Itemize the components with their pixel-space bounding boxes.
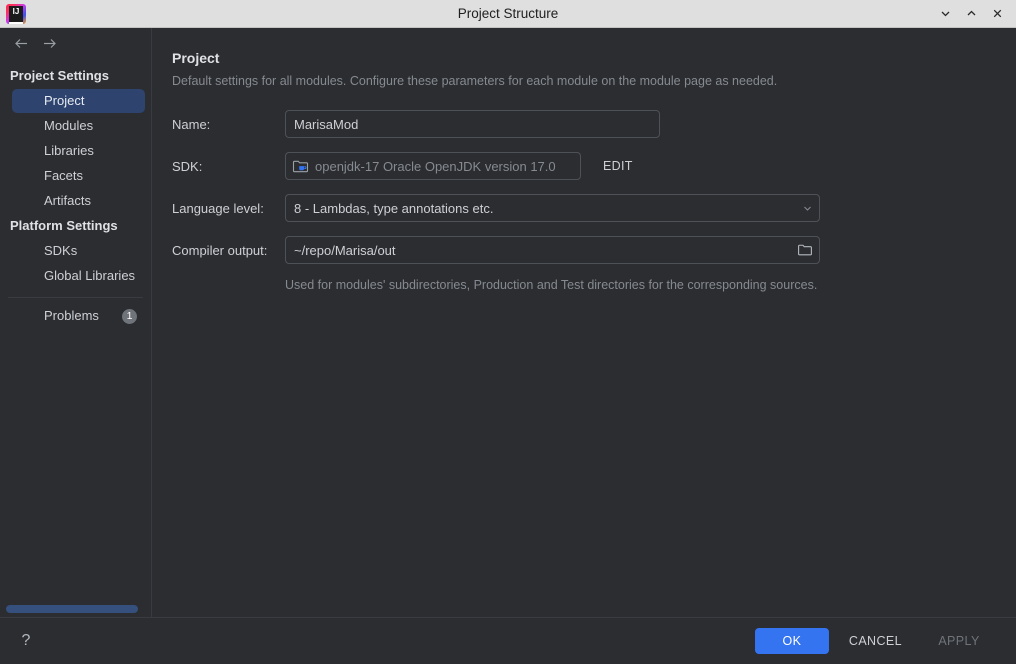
settings-sidebar: Project Settings Project Modules Librari…: [0, 28, 152, 617]
close-button[interactable]: [984, 1, 1010, 27]
language-level-select[interactable]: 8 - Lambdas, type annotations etc.: [285, 194, 820, 222]
jdk-folder-icon: [292, 158, 309, 175]
folder-icon[interactable]: [795, 240, 815, 260]
sidebar-item-label: Libraries: [44, 143, 94, 158]
problems-count-badge: 1: [122, 308, 137, 324]
sidebar-item-project[interactable]: Project: [12, 89, 145, 113]
footer-buttons: OK CANCEL APPLY: [754, 628, 996, 654]
sidebar-item-label: SDKs: [44, 243, 78, 258]
sidebar-item-label: Project: [44, 93, 85, 108]
dialog-footer: ? OK CANCEL APPLY: [0, 617, 1016, 664]
project-name-input[interactable]: MarisaMod: [285, 110, 660, 138]
sdk-value: openjdk-17 Oracle OpenJDK version 17.0: [315, 158, 556, 174]
language-level-label: Language level:: [172, 200, 264, 216]
sidebar-item-label: Modules: [44, 118, 94, 133]
back-arrow-icon[interactable]: [10, 32, 32, 54]
cancel-button[interactable]: CANCEL: [835, 628, 916, 654]
help-icon[interactable]: ?: [14, 629, 38, 653]
name-row: Name: MarisaMod: [172, 110, 1016, 138]
sidebar-item-label: Problems: [44, 308, 99, 323]
compiler-output-input-wrap[interactable]: ~/repo/Marisa/out: [285, 236, 820, 264]
title-bar: Project Structure: [0, 0, 1016, 28]
language-level-row: Language level: 8 - Lambdas, type annota…: [172, 194, 1016, 222]
compiler-output-hint: Used for modules' subdirectories, Produc…: [285, 278, 818, 292]
sidebar-item-global-libraries[interactable]: Global Libraries: [12, 264, 145, 288]
sidebar-item-problems[interactable]: Problems 1: [12, 304, 145, 328]
sdk-combobox[interactable]: openjdk-17 Oracle OpenJDK version 17.0: [285, 152, 581, 180]
sidebar-item-sdks[interactable]: SDKs: [12, 239, 145, 263]
page-subtitle: Default settings for all modules. Config…: [172, 74, 778, 88]
sidebar-horizontal-scrollbar[interactable]: [6, 605, 138, 613]
sidebar-item-libraries[interactable]: Libraries: [12, 139, 145, 163]
minimize-button[interactable]: [932, 1, 958, 27]
apply-button[interactable]: APPLY: [922, 628, 996, 654]
group-title-platform-settings: Platform Settings: [10, 218, 118, 233]
window-controls: [932, 0, 1016, 27]
dialog-body: Project Settings Project Modules Librari…: [0, 28, 1016, 617]
language-level-value: 8 - Lambdas, type annotations etc.: [294, 200, 494, 216]
sidebar-item-label: Artifacts: [44, 193, 91, 208]
sidebar-item-modules[interactable]: Modules: [12, 114, 145, 138]
chevron-down-icon: [799, 200, 815, 216]
sidebar-divider: [8, 297, 143, 298]
sidebar-item-label: Facets: [44, 168, 84, 183]
name-label: Name:: [172, 116, 211, 132]
sidebar-item-artifacts[interactable]: Artifacts: [12, 189, 145, 213]
intellij-logo-icon: [6, 3, 26, 24]
navigation-toolbar: [0, 28, 151, 58]
ok-button[interactable]: OK: [754, 628, 829, 654]
window-title: Project Structure: [457, 6, 559, 21]
compiler-output-value: ~/repo/Marisa/out: [294, 242, 396, 258]
settings-tree: Project Settings Project Modules Librari…: [0, 58, 151, 617]
sdk-label: SDK:: [172, 158, 203, 174]
group-title-project-settings: Project Settings: [10, 68, 109, 83]
sdk-edit-button[interactable]: EDIT: [603, 159, 633, 173]
project-settings-panel: Project Default settings for all modules…: [152, 28, 1016, 617]
compiler-output-label: Compiler output:: [172, 242, 268, 258]
forward-arrow-icon[interactable]: [38, 32, 60, 54]
compiler-output-row: Compiler output: ~/repo/Marisa/out: [172, 236, 1016, 264]
sidebar-item-label: Global Libraries: [44, 268, 136, 283]
sidebar-item-facets[interactable]: Facets: [12, 164, 145, 188]
page-title: Project: [172, 50, 220, 66]
project-structure-dialog: Project Structure: [0, 0, 1016, 664]
maximize-button[interactable]: [958, 1, 984, 27]
sdk-row: SDK: openjdk-17 Oracle OpenJDK version 1…: [172, 152, 1016, 180]
